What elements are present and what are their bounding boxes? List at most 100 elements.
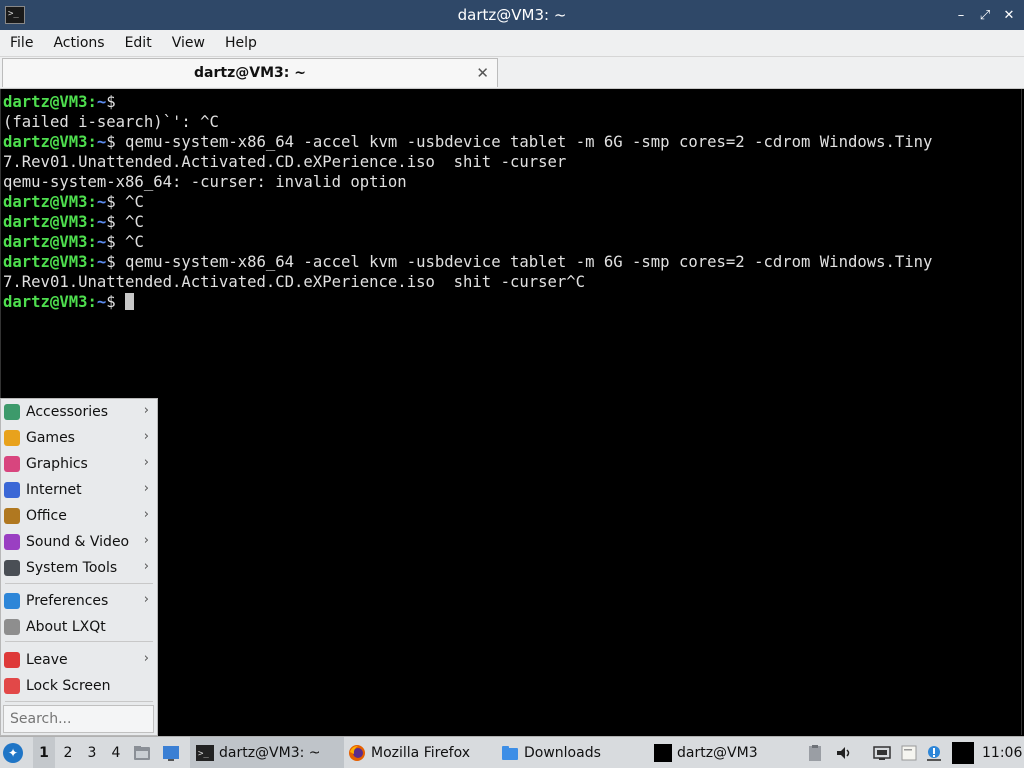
tray-app-window[interactable]: [952, 737, 974, 768]
graphics-icon: [4, 456, 20, 472]
menu-item-sound-video[interactable]: Sound & Video ›: [1, 529, 157, 555]
chevron-right-icon: ›: [143, 481, 149, 496]
menu-item-internet[interactable]: Internet ›: [1, 477, 157, 503]
line-text: qemu-system-x86_64: -curser: invalid opt…: [3, 173, 407, 191]
menu-view[interactable]: View: [162, 30, 215, 56]
line-text: $ ^C: [106, 233, 144, 251]
tray-volume[interactable]: [835, 737, 853, 768]
terminal-line: (failed i-search)`': ^C: [3, 112, 932, 132]
taskbar: ✦ 1 2 3 4 >_ dartz@VM3: ~ Mozilla Firefo…: [0, 736, 1024, 768]
network-icon: [873, 745, 891, 760]
tab-terminal[interactable]: dartz@VM3: ~ ✕: [2, 58, 498, 87]
menu-search-input[interactable]: [4, 706, 156, 732]
show-desktop-icon: [163, 745, 179, 761]
menu-item-label: Graphics: [26, 456, 88, 472]
menu-file[interactable]: File: [0, 30, 43, 56]
terminal-line: 7.Rev01.Unattended.Activated.CD.eXPerien…: [3, 272, 932, 292]
prompt-separator: :: [87, 193, 97, 211]
terminal-line: dartz@VM3:~$ ^C: [3, 192, 932, 212]
prompt-separator: :: [87, 133, 97, 151]
start-menu-button[interactable]: ✦: [3, 737, 29, 768]
task-firefox[interactable]: Mozilla Firefox: [342, 737, 502, 768]
chevron-right-icon: ›: [143, 429, 149, 444]
system-tools-icon: [4, 560, 20, 576]
terminal-app-icon[interactable]: >_: [5, 6, 25, 24]
task-terminal-2[interactable]: dartz@VM3: [648, 737, 802, 768]
application-menu: Accessories›Games›Graphics›Internet›Offi…: [0, 398, 158, 736]
menu-item-office[interactable]: Office ›: [1, 503, 157, 529]
menu-help[interactable]: Help: [215, 30, 267, 56]
games-icon: [4, 430, 20, 446]
menu-item-system-tools[interactable]: System Tools ›: [1, 555, 157, 581]
desktop-2-button[interactable]: 2: [57, 737, 79, 768]
menu-item-preferences[interactable]: Preferences ›: [1, 588, 157, 614]
prompt-separator: :: [87, 253, 97, 271]
prompt-path: ~: [96, 213, 107, 231]
close-button[interactable]: ✕: [1000, 6, 1018, 24]
menu-item-about-lxqt[interactable]: About LXQt: [1, 614, 157, 640]
menu-item-graphics[interactable]: Graphics ›: [1, 451, 157, 477]
window-controls: – ⤢ ✕: [952, 0, 1018, 30]
about-icon: [4, 619, 20, 635]
line-text: $ ^C: [106, 193, 144, 211]
menu-separator: [5, 701, 153, 702]
task-downloads[interactable]: Downloads: [495, 737, 652, 768]
lxqt-logo-icon: ✦: [3, 742, 23, 763]
menu-separator: [5, 641, 153, 642]
svg-text:>_: >_: [198, 749, 209, 759]
menu-item-leave[interactable]: Leave ›: [1, 647, 157, 673]
tray-network[interactable]: [873, 737, 891, 768]
tray-clipboard[interactable]: [806, 737, 824, 768]
chevron-right-icon: ›: [143, 592, 149, 607]
folder-icon: [502, 745, 518, 760]
menu-item-label: Accessories: [26, 404, 109, 420]
menu-edit[interactable]: Edit: [115, 30, 162, 56]
prompt-path: ~: [96, 293, 107, 311]
chevron-right-icon: ›: [143, 533, 149, 548]
menu-item-label: Preferences: [26, 593, 109, 609]
menu-item-accessories[interactable]: Accessories ›: [1, 399, 157, 425]
task-label: dartz@VM3: [677, 744, 758, 761]
menu-item-label: Internet: [26, 482, 82, 498]
tray-updates[interactable]: [925, 737, 943, 768]
lock-icon: [4, 678, 20, 694]
chevron-right-icon: ›: [143, 559, 149, 574]
update-notifier-icon: [927, 745, 941, 761]
text-cursor: [125, 293, 135, 310]
minimize-button[interactable]: –: [952, 6, 970, 24]
restore-button[interactable]: ⤢: [976, 6, 994, 24]
terminal-line: dartz@VM3:~$ qemu-system-x86_64 -accel k…: [3, 252, 932, 272]
file-manager-launcher[interactable]: [133, 737, 151, 768]
terminal-icon: >_: [196, 744, 214, 761]
line-text: $: [106, 293, 126, 311]
sound-video-icon: [4, 534, 20, 550]
prompt-path: ~: [96, 133, 107, 151]
desktop-1-button[interactable]: 1: [33, 737, 55, 768]
clock[interactable]: 11:06: [982, 737, 1022, 768]
window-titlebar[interactable]: >_ dartz@VM3: ~ – ⤢ ✕: [0, 0, 1024, 30]
leave-icon: [4, 652, 20, 668]
menu-search-box[interactable]: [3, 705, 156, 733]
chevron-right-icon: ›: [143, 507, 149, 522]
clipboard-icon: [809, 744, 821, 761]
desktop-4-button[interactable]: 4: [105, 737, 127, 768]
terminal-line: dartz@VM3:~$ ^C: [3, 212, 932, 232]
menu-item-lock-screen[interactable]: Lock Screen: [1, 673, 157, 699]
prompt-separator: :: [87, 293, 97, 311]
internet-icon: [4, 482, 20, 498]
desktop-3-button[interactable]: 3: [81, 737, 103, 768]
prompt-path: ~: [96, 193, 107, 211]
chevron-right-icon: ›: [143, 403, 149, 418]
prompt-path: ~: [96, 93, 107, 111]
menu-item-label: About LXQt: [26, 619, 106, 635]
menu-actions[interactable]: Actions: [43, 30, 114, 56]
accessories-icon: [4, 404, 20, 420]
tray-notes[interactable]: [900, 737, 918, 768]
notes-icon: [901, 745, 917, 760]
menu-bar: File Actions Edit View Help: [0, 30, 1024, 57]
show-desktop-button[interactable]: [162, 737, 180, 768]
task-terminal[interactable]: >_ dartz@VM3: ~: [190, 737, 344, 768]
tab-close-icon[interactable]: ✕: [476, 64, 489, 82]
firefox-icon: [349, 744, 365, 761]
menu-item-games[interactable]: Games ›: [1, 425, 157, 451]
